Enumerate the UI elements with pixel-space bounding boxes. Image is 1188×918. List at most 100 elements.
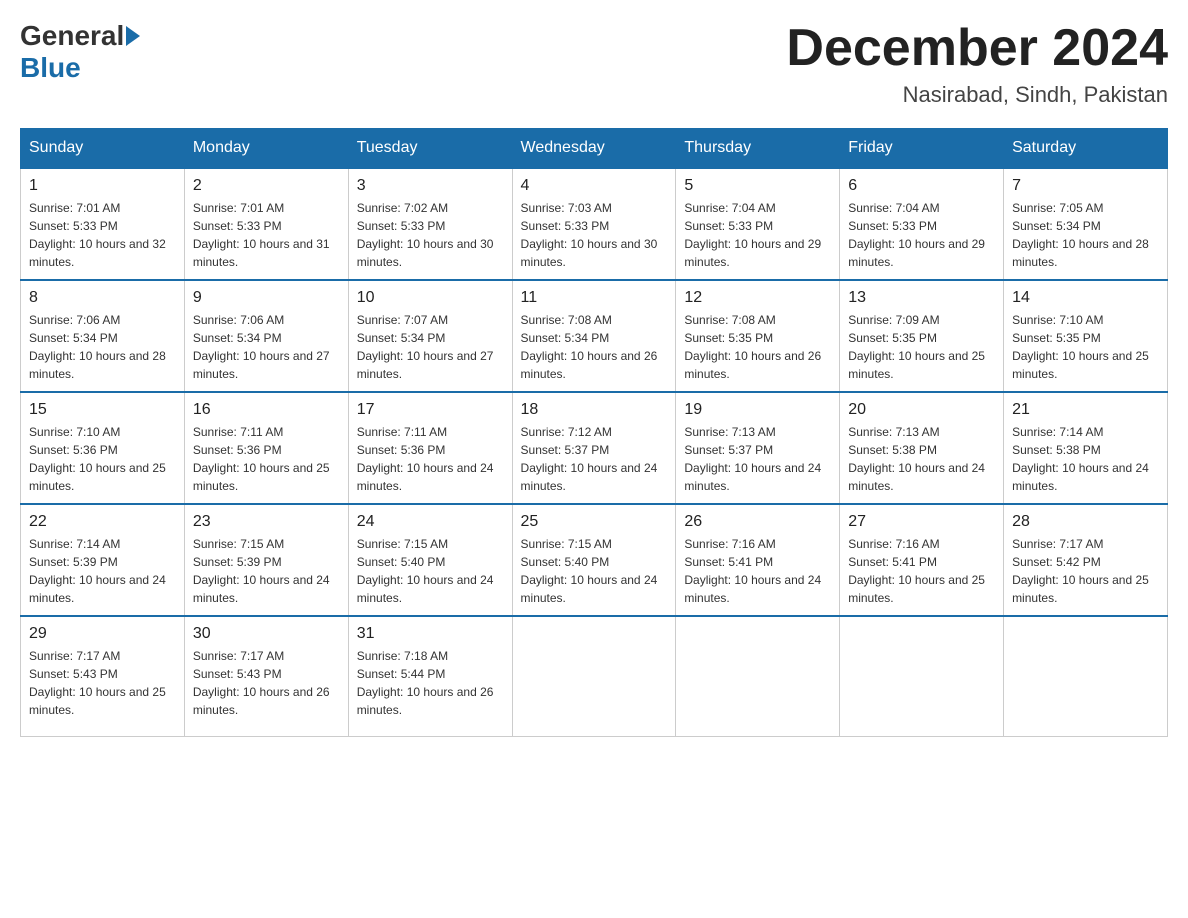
calendar-week-row: 29 Sunrise: 7:17 AMSunset: 5:43 PMDayligh…: [21, 616, 1168, 736]
table-row: 23 Sunrise: 7:15 AMSunset: 5:39 PMDayligh…: [184, 504, 348, 616]
day-info: Sunrise: 7:11 AMSunset: 5:36 PMDaylight:…: [357, 423, 504, 495]
month-title: December 2024: [786, 20, 1168, 77]
day-number: 10: [357, 289, 504, 307]
day-info: Sunrise: 7:17 AMSunset: 5:43 PMDaylight:…: [193, 647, 340, 719]
location-title: Nasirabad, Sindh, Pakistan: [786, 82, 1168, 108]
header-tuesday: Tuesday: [348, 129, 512, 169]
day-info: Sunrise: 7:13 AMSunset: 5:37 PMDaylight:…: [684, 423, 831, 495]
table-row: 18 Sunrise: 7:12 AMSunset: 5:37 PMDayligh…: [512, 392, 676, 504]
weekday-header-row: Sunday Monday Tuesday Wednesday Thursday…: [21, 129, 1168, 169]
day-info: Sunrise: 7:08 AMSunset: 5:34 PMDaylight:…: [521, 311, 668, 383]
table-row: 9 Sunrise: 7:06 AMSunset: 5:34 PMDaylight…: [184, 280, 348, 392]
day-number: 28: [1012, 513, 1159, 531]
day-number: 23: [193, 513, 340, 531]
day-number: 25: [521, 513, 668, 531]
day-number: 4: [521, 177, 668, 195]
calendar-week-row: 22Sunrise: 7:14 AMSunset: 5:39 PMDayligh…: [21, 504, 1168, 616]
day-info: Sunrise: 7:03 AMSunset: 5:33 PMDaylight:…: [521, 199, 668, 271]
day-number: 19: [684, 401, 831, 419]
day-number: 9: [193, 289, 340, 307]
day-info: Sunrise: 7:14 AMSunset: 5:39 PMDaylight:…: [29, 535, 176, 607]
day-number: 6: [848, 177, 995, 195]
day-info: Sunrise: 7:12 AMSunset: 5:37 PMDaylight:…: [521, 423, 668, 495]
day-info: Sunrise: 7:04 AMSunset: 5:33 PMDaylight:…: [848, 199, 995, 271]
day-info: Sunrise: 7:14 AMSunset: 5:38 PMDaylight:…: [1012, 423, 1159, 495]
day-number: 18: [521, 401, 668, 419]
day-info: Sunrise: 7:15 AMSunset: 5:40 PMDaylight:…: [521, 535, 668, 607]
table-row: 24Sunrise: 7:15 AMSunset: 5:40 PMDayligh…: [348, 504, 512, 616]
day-number: 7: [1012, 177, 1159, 195]
logo-blue-text: Blue: [20, 52, 81, 84]
day-number: 1: [29, 177, 176, 195]
day-info: Sunrise: 7:16 AMSunset: 5:41 PMDaylight:…: [848, 535, 995, 607]
table-row: 7 Sunrise: 7:05 AMSunset: 5:34 PMDaylight…: [1004, 168, 1168, 280]
header-saturday: Saturday: [1004, 129, 1168, 169]
day-info: Sunrise: 7:09 AMSunset: 5:35 PMDaylight:…: [848, 311, 995, 383]
day-number: 5: [684, 177, 831, 195]
logo-general-text: General: [20, 20, 124, 52]
day-info: Sunrise: 7:13 AMSunset: 5:38 PMDaylight:…: [848, 423, 995, 495]
table-row: 28 Sunrise: 7:17 AMSunset: 5:42 PMDayligh…: [1004, 504, 1168, 616]
day-info: Sunrise: 7:17 AMSunset: 5:42 PMDaylight:…: [1012, 535, 1159, 607]
day-number: 21: [1012, 401, 1159, 419]
day-info: Sunrise: 7:10 AMSunset: 5:36 PMDaylight:…: [29, 423, 176, 495]
table-row: 14 Sunrise: 7:10 AMSunset: 5:35 PMDayligh…: [1004, 280, 1168, 392]
table-row: 22Sunrise: 7:14 AMSunset: 5:39 PMDayligh…: [21, 504, 185, 616]
day-number: 29: [29, 625, 176, 643]
table-row: 17 Sunrise: 7:11 AMSunset: 5:36 PMDayligh…: [348, 392, 512, 504]
logo: General Blue: [20, 20, 142, 84]
day-number: 15: [29, 401, 176, 419]
day-info: Sunrise: 7:02 AMSunset: 5:33 PMDaylight:…: [357, 199, 504, 271]
header-friday: Friday: [840, 129, 1004, 169]
table-row: 19 Sunrise: 7:13 AMSunset: 5:37 PMDayligh…: [676, 392, 840, 504]
header-wednesday: Wednesday: [512, 129, 676, 169]
table-row: 3 Sunrise: 7:02 AMSunset: 5:33 PMDaylight…: [348, 168, 512, 280]
table-row: [676, 616, 840, 736]
table-row: [1004, 616, 1168, 736]
table-row: 29 Sunrise: 7:17 AMSunset: 5:43 PMDayligh…: [21, 616, 185, 736]
calendar-table: Sunday Monday Tuesday Wednesday Thursday…: [20, 128, 1168, 737]
table-row: 31 Sunrise: 7:18 AMSunset: 5:44 PMDayligh…: [348, 616, 512, 736]
day-info: Sunrise: 7:16 AMSunset: 5:41 PMDaylight:…: [684, 535, 831, 607]
table-row: [840, 616, 1004, 736]
table-row: 16Sunrise: 7:11 AMSunset: 5:36 PMDayligh…: [184, 392, 348, 504]
table-row: 15 Sunrise: 7:10 AMSunset: 5:36 PMDayligh…: [21, 392, 185, 504]
day-info: Sunrise: 7:15 AMSunset: 5:39 PMDaylight:…: [193, 535, 340, 607]
title-area: December 2024 Nasirabad, Sindh, Pakistan: [786, 20, 1168, 108]
table-row: 8 Sunrise: 7:06 AMSunset: 5:34 PMDaylight…: [21, 280, 185, 392]
day-number: 3: [357, 177, 504, 195]
day-info: Sunrise: 7:06 AMSunset: 5:34 PMDaylight:…: [193, 311, 340, 383]
header-sunday: Sunday: [21, 129, 185, 169]
day-info: Sunrise: 7:06 AMSunset: 5:34 PMDaylight:…: [29, 311, 176, 383]
table-row: 21 Sunrise: 7:14 AMSunset: 5:38 PMDayligh…: [1004, 392, 1168, 504]
day-info: Sunrise: 7:15 AMSunset: 5:40 PMDaylight:…: [357, 535, 504, 607]
day-number: 8: [29, 289, 176, 307]
table-row: 4 Sunrise: 7:03 AMSunset: 5:33 PMDaylight…: [512, 168, 676, 280]
day-number: 11: [521, 289, 668, 307]
table-row: 13Sunrise: 7:09 AMSunset: 5:35 PMDayligh…: [840, 280, 1004, 392]
day-number: 20: [848, 401, 995, 419]
day-number: 2: [193, 177, 340, 195]
day-number: 14: [1012, 289, 1159, 307]
day-number: 31: [357, 625, 504, 643]
header-monday: Monday: [184, 129, 348, 169]
day-info: Sunrise: 7:01 AMSunset: 5:33 PMDaylight:…: [193, 199, 340, 271]
day-info: Sunrise: 7:05 AMSunset: 5:34 PMDaylight:…: [1012, 199, 1159, 271]
day-number: 17: [357, 401, 504, 419]
calendar-week-row: 1 Sunrise: 7:01 AMSunset: 5:33 PMDaylight…: [21, 168, 1168, 280]
day-info: Sunrise: 7:10 AMSunset: 5:35 PMDaylight:…: [1012, 311, 1159, 383]
table-row: 12Sunrise: 7:08 AMSunset: 5:35 PMDayligh…: [676, 280, 840, 392]
day-info: Sunrise: 7:04 AMSunset: 5:33 PMDaylight:…: [684, 199, 831, 271]
calendar-week-row: 8 Sunrise: 7:06 AMSunset: 5:34 PMDaylight…: [21, 280, 1168, 392]
day-info: Sunrise: 7:11 AMSunset: 5:36 PMDaylight:…: [193, 423, 340, 495]
header-thursday: Thursday: [676, 129, 840, 169]
day-info: Sunrise: 7:18 AMSunset: 5:44 PMDaylight:…: [357, 647, 504, 719]
table-row: 27Sunrise: 7:16 AMSunset: 5:41 PMDayligh…: [840, 504, 1004, 616]
table-row: 1 Sunrise: 7:01 AMSunset: 5:33 PMDaylight…: [21, 168, 185, 280]
day-info: Sunrise: 7:01 AMSunset: 5:33 PMDaylight:…: [29, 199, 176, 271]
table-row: 20 Sunrise: 7:13 AMSunset: 5:38 PMDayligh…: [840, 392, 1004, 504]
table-row: 30Sunrise: 7:17 AMSunset: 5:43 PMDayligh…: [184, 616, 348, 736]
table-row: 6 Sunrise: 7:04 AMSunset: 5:33 PMDaylight…: [840, 168, 1004, 280]
day-info: Sunrise: 7:17 AMSunset: 5:43 PMDaylight:…: [29, 647, 176, 719]
table-row: 25 Sunrise: 7:15 AMSunset: 5:40 PMDayligh…: [512, 504, 676, 616]
